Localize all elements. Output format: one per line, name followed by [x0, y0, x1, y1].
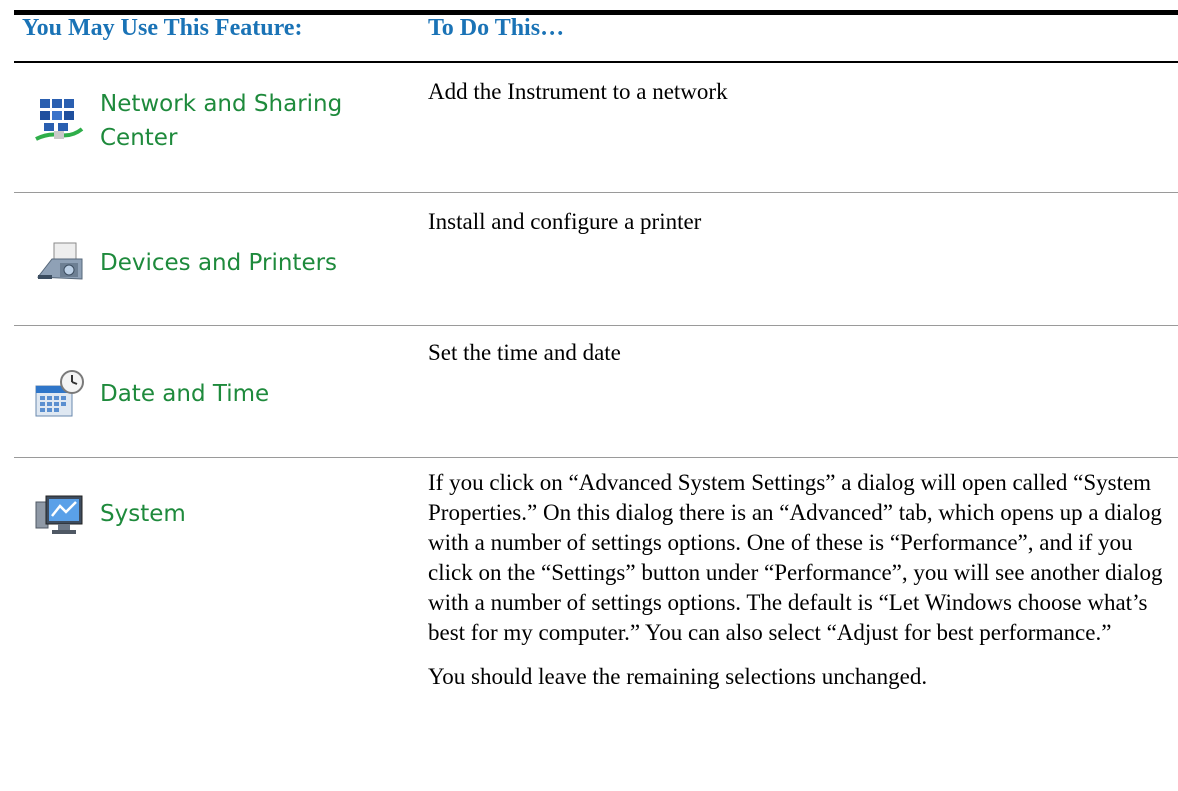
feature-network-sharing[interactable]: Network and Sharing Center [14, 81, 414, 161]
header-feature: You May Use This Feature: [22, 15, 303, 41]
network-sharing-icon [34, 95, 86, 147]
feature-label: System [100, 501, 186, 527]
feature-label: Date and Time [100, 381, 270, 407]
row-divider [14, 192, 1178, 193]
row-description: Install and configure a printer [428, 209, 702, 234]
system-note-paragraph: You should leave the remaining selection… [428, 664, 928, 689]
feature-label: Devices and Printers [100, 250, 338, 276]
feature-date-time[interactable]: Date and Time [14, 364, 414, 424]
printer-icon [34, 237, 86, 289]
header-rule [14, 61, 1178, 63]
row-divider [14, 325, 1178, 326]
row-description: If you click on “Advanced System Setting… [428, 468, 1168, 692]
system-description-paragraph: If you click on “Advanced System Setting… [428, 470, 1163, 645]
feature-system[interactable]: System [14, 484, 414, 544]
feature-label: Network and Sharing Center [100, 91, 343, 151]
row-description: Add the Instrument to a network [428, 79, 728, 104]
calendar-clock-icon [34, 368, 86, 420]
row-description: Set the time and date [428, 340, 621, 365]
row-divider [14, 457, 1178, 458]
header-purpose: To Do This… [428, 15, 565, 41]
computer-monitor-icon [34, 488, 86, 540]
feature-devices-printers[interactable]: Devices and Printers [14, 233, 414, 293]
